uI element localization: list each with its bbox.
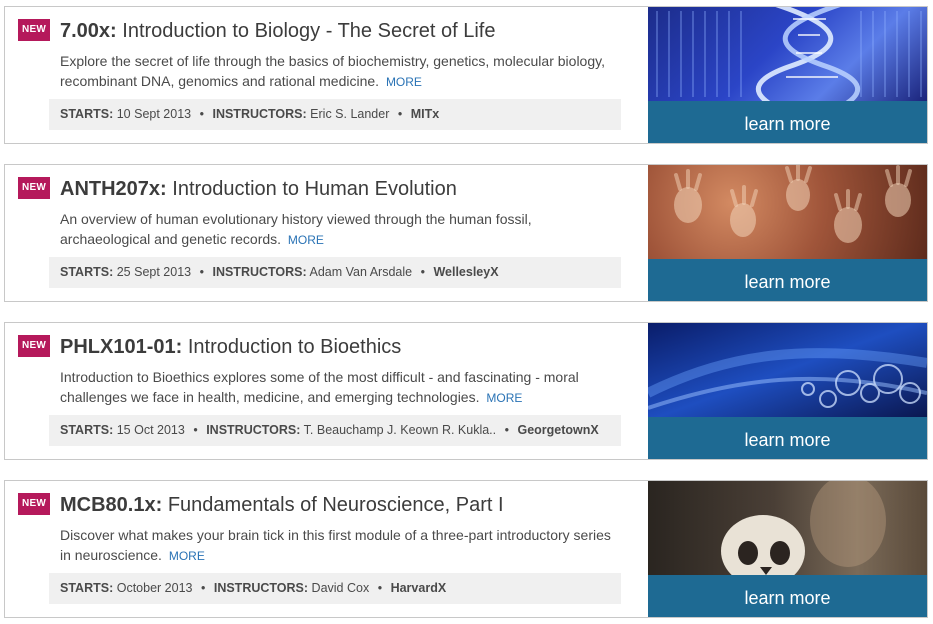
course-meta: STARTS: October 2013 • INSTRUCTORS: Davi… [49,573,621,604]
instructor-names: Eric S. Lander [310,107,390,121]
course-thumbnail[interactable]: learn more [648,7,927,143]
new-badge: NEW [18,493,50,515]
course-name[interactable]: Introduction to Bioethics [188,336,401,358]
more-link[interactable]: MORE [288,233,324,247]
start-date: 15 Oct 2013 [116,423,185,437]
skull-instructor-image[interactable] [648,481,927,575]
course-name[interactable]: Introduction to Human Evolution [172,178,457,200]
course-card: NEW PHLX101-01: Introduction to Bioethic… [4,322,928,460]
start-date: 25 Sept 2013 [116,265,192,279]
more-link[interactable]: MORE [169,549,205,563]
course-title[interactable]: PHLX101-01: Introduction to Bioethics [60,336,645,359]
course-name[interactable]: Introduction to Biology - The Secret of … [122,20,495,42]
starts-label: STARTS: [60,581,114,595]
course-description: An overview of human evolutionary histor… [60,209,620,250]
course-code[interactable]: ANTH207x: [60,178,167,200]
starts-label: STARTS: [60,265,114,279]
separator: • [199,265,204,279]
course-code[interactable]: PHLX101-01: [60,336,182,358]
separator: • [377,581,383,595]
description-text: Discover what makes your brain tick in t… [60,527,611,563]
school-name: MITx [410,107,440,121]
course-description: Introduction to Bioethics explores some … [60,367,620,408]
course-title[interactable]: 7.00x: Introduction to Biology - The Sec… [60,20,645,43]
course-thumbnail[interactable]: learn more [648,165,927,301]
separator: • [200,581,206,595]
school-name: GeorgetownX [517,423,599,437]
course-title[interactable]: MCB80.1x: Fundamentals of Neuroscience, … [60,494,645,517]
new-badge: NEW [18,177,50,199]
more-link[interactable]: MORE [486,391,522,405]
course-card: NEW ANTH207x: Introduction to Human Evol… [4,164,928,302]
course-meta: STARTS: 25 Sept 2013 • INSTRUCTORS: Adam… [49,257,621,288]
molecular-structure-image[interactable] [648,323,927,417]
course-name[interactable]: Fundamentals of Neuroscience, Part I [168,494,504,516]
course-description: Discover what makes your brain tick in t… [60,525,620,566]
course-thumbnail[interactable]: learn more [648,323,927,459]
learn-more-button[interactable]: learn more [648,417,927,459]
learn-more-button[interactable]: learn more [648,259,927,301]
instructor-names: T. Beauchamp J. Keown R. Kukla.. [303,423,497,437]
cave-hands-image[interactable] [648,165,927,259]
course-code[interactable]: MCB80.1x: [60,494,162,516]
new-badge: NEW [18,19,50,41]
school-name: HarvardX [390,581,447,595]
learn-more-button[interactable]: learn more [648,101,927,143]
starts-label: STARTS: [60,423,114,437]
new-badge: NEW [18,335,50,357]
description-text: Explore the secret of life through the b… [60,53,605,89]
course-thumbnail[interactable]: learn more [648,481,927,617]
instructors-label: INSTRUCTORS: [206,423,301,437]
course-meta: STARTS: 15 Oct 2013 • INSTRUCTORS: T. Be… [49,415,621,446]
course-card: NEW 7.00x: Introduction to Biology - The… [4,6,928,144]
start-date: October 2013 [116,581,193,595]
dna-helix-image[interactable] [648,7,927,101]
course-code[interactable]: 7.00x: [60,20,117,42]
course-card: NEW MCB80.1x: Fundamentals of Neuroscien… [4,480,928,618]
course-title[interactable]: ANTH207x: Introduction to Human Evolutio… [60,178,645,201]
instructors-label: INSTRUCTORS: [212,107,307,121]
start-date: 10 Sept 2013 [116,107,192,121]
school-name: WellesleyX [433,265,499,279]
starts-label: STARTS: [60,107,114,121]
course-meta: STARTS: 10 Sept 2013 • INSTRUCTORS: Eric… [49,99,621,130]
instructors-label: INSTRUCTORS: [213,581,309,595]
separator: • [420,265,425,279]
instructor-names: David Cox [311,581,370,595]
separator: • [193,423,198,437]
instructors-label: INSTRUCTORS: [212,265,307,279]
course-description: Explore the secret of life through the b… [60,51,620,92]
separator: • [199,107,204,121]
more-link[interactable]: MORE [386,75,422,89]
instructor-names: Adam Van Arsdale [309,265,413,279]
separator: • [397,107,403,121]
learn-more-button[interactable]: learn more [648,575,927,617]
separator: • [504,423,510,437]
